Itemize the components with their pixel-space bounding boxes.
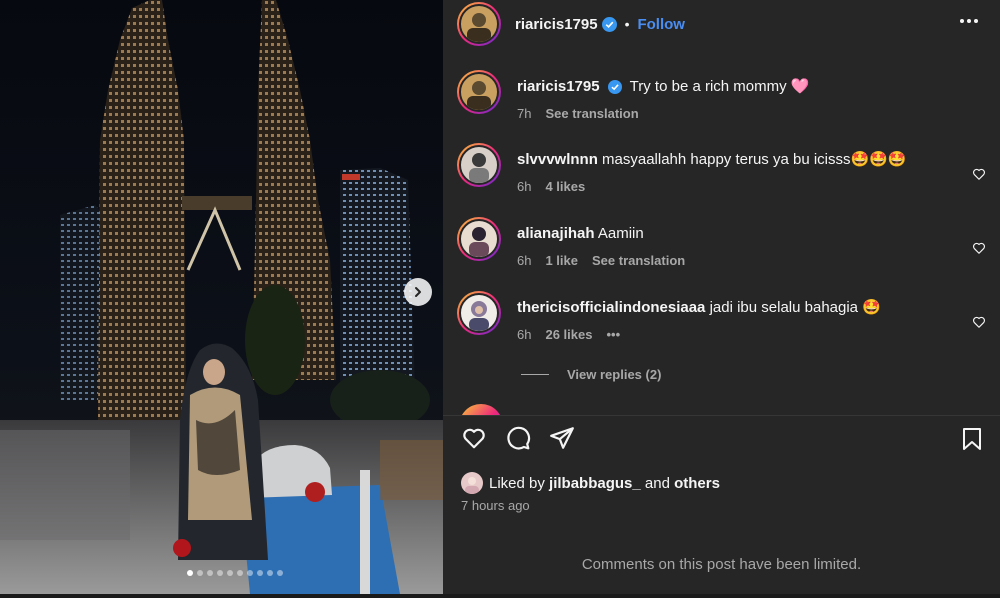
comments-limited-notice: Comments on this post have been limited. bbox=[581, 556, 862, 573]
see-translation-link[interactable]: See translation bbox=[592, 253, 685, 268]
comment-item: alianajihah Aamiin 6h 1 like See transla… bbox=[457, 217, 1000, 268]
carousel-dot bbox=[276, 570, 283, 576]
comment-item: slvvvwlnnn masyaallahh happy terus ya bu… bbox=[457, 143, 1000, 194]
comment-avatar[interactable] bbox=[457, 217, 501, 261]
carousel-dot bbox=[216, 570, 223, 576]
post-photo[interactable] bbox=[0, 0, 443, 594]
liked-by: Liked by jilbabbagus_ and others bbox=[461, 472, 720, 494]
photo-scene bbox=[0, 0, 443, 594]
comment-text: Aamiin bbox=[597, 225, 644, 242]
carousel-dot bbox=[256, 570, 263, 576]
carousel-dot bbox=[246, 570, 253, 576]
comment-likes[interactable]: 26 likes bbox=[545, 327, 592, 342]
like-heart-icon[interactable] bbox=[461, 425, 487, 451]
post-username[interactable]: riaricis1795 bbox=[515, 16, 598, 33]
post-header: riaricis1795 • Follow bbox=[443, 0, 1000, 48]
divider bbox=[443, 415, 1000, 416]
post-timestamp[interactable]: 7 hours ago bbox=[461, 498, 530, 513]
like-comment-heart-icon[interactable] bbox=[972, 315, 986, 329]
liked-by-user[interactable]: jilbabbagus_ bbox=[549, 475, 641, 492]
view-replies-label: View replies (2) bbox=[567, 367, 662, 382]
more-options-icon[interactable] bbox=[960, 13, 978, 29]
caption-text: Try to be a rich mommy 🩷 bbox=[629, 78, 810, 95]
like-comment-heart-icon[interactable] bbox=[972, 167, 986, 181]
caption-time: 7h bbox=[517, 106, 532, 121]
liked-by-conj: and bbox=[644, 474, 670, 492]
replies-line bbox=[521, 374, 549, 375]
share-paper-plane-icon[interactable] bbox=[549, 425, 575, 451]
comment-time: 6h bbox=[517, 179, 532, 194]
see-translation-link[interactable]: See translation bbox=[545, 106, 638, 121]
carousel-dot bbox=[236, 570, 243, 576]
comment-text: jadi ibu selalu bahagia 🤩 bbox=[709, 299, 881, 316]
comment-item: thericisofficialindonesiaaa jadi ibu sel… bbox=[457, 291, 1000, 342]
carousel-indicator bbox=[0, 570, 443, 576]
like-comment-heart-icon[interactable] bbox=[972, 241, 986, 255]
comment-username[interactable]: thericisofficialindonesiaaa bbox=[517, 299, 705, 316]
caption: riaricis1795 Try to be a rich mommy 🩷 7h… bbox=[457, 70, 1000, 121]
carousel-dot bbox=[266, 570, 273, 576]
avatar[interactable] bbox=[457, 2, 501, 46]
comment-time: 6h bbox=[517, 327, 532, 342]
next-comment-avatar-peek bbox=[459, 404, 507, 415]
caption-username[interactable]: riaricis1795 bbox=[517, 78, 600, 95]
comment-bubble-icon[interactable] bbox=[505, 425, 531, 451]
carousel-dot bbox=[226, 570, 233, 576]
save-bookmark-icon[interactable] bbox=[961, 427, 983, 456]
comments-list[interactable]: riaricis1795 Try to be a rich mommy 🩷 7h… bbox=[443, 70, 1000, 415]
comment-avatar[interactable] bbox=[457, 291, 501, 335]
comment-avatar[interactable] bbox=[457, 143, 501, 187]
post-side-panel: riaricis1795 • Follow riaricis1795 Try t… bbox=[443, 0, 1000, 594]
comment-text: masyaallahh happy terus ya bu icisss🤩🤩🤩 bbox=[602, 151, 907, 168]
comment-time: 6h bbox=[517, 253, 532, 268]
carousel-dot bbox=[206, 570, 213, 576]
comment-more-options[interactable]: ••• bbox=[606, 327, 620, 342]
comment-likes[interactable]: 1 like bbox=[545, 253, 578, 268]
liker-avatar[interactable] bbox=[461, 472, 483, 494]
next-slide-button[interactable] bbox=[404, 278, 432, 306]
follow-button[interactable]: Follow bbox=[637, 16, 685, 33]
caption-avatar[interactable] bbox=[457, 70, 501, 114]
comment-likes[interactable]: 4 likes bbox=[545, 179, 585, 194]
post-actions bbox=[461, 425, 575, 451]
comment-username[interactable]: alianajihah bbox=[517, 225, 595, 242]
separator-dot: • bbox=[624, 16, 630, 32]
carousel-dot bbox=[196, 570, 203, 576]
liked-by-prefix: Liked by bbox=[489, 474, 545, 492]
comment-username[interactable]: slvvvwlnnn bbox=[517, 151, 598, 168]
carousel-dot bbox=[186, 570, 193, 576]
chevron-right-icon bbox=[415, 287, 421, 297]
verified-badge-icon bbox=[601, 16, 617, 32]
view-replies-button[interactable]: View replies (2) bbox=[521, 367, 661, 382]
verified-badge-icon bbox=[607, 80, 622, 95]
bottom-strip bbox=[0, 594, 1000, 598]
liked-by-others[interactable]: others bbox=[674, 475, 720, 492]
